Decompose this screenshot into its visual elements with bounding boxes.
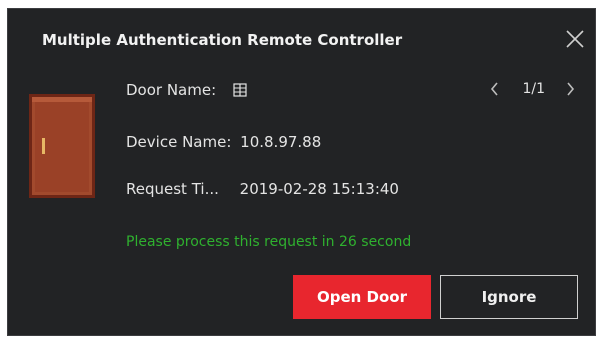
countdown-notice: Please process this request in 26 second: [126, 234, 412, 250]
device-name-label: Device Name:: [126, 133, 232, 151]
request-time-value: 2019-02-28 15:13:40: [239, 180, 399, 198]
remote-controller-dialog: Multiple Authentication Remote Controlle…: [7, 8, 596, 336]
door-glyph-icon: [233, 83, 247, 97]
ignore-button[interactable]: Ignore: [440, 275, 578, 319]
chevron-left-icon[interactable]: [488, 81, 502, 97]
pager: 1/1: [488, 81, 577, 97]
open-door-button[interactable]: Open Door: [293, 275, 431, 319]
door-name-label: Door Name:: [126, 81, 217, 99]
device-name-row: Device Name: 10.8.97.88: [126, 133, 321, 151]
dialog-title: Multiple Authentication Remote Controlle…: [42, 31, 403, 49]
device-name-value: 10.8.97.88: [240, 133, 322, 151]
door-icon: [29, 94, 95, 198]
door-name-row: Door Name:: [126, 81, 247, 99]
page-indicator: 1/1: [522, 81, 545, 97]
chevron-right-icon[interactable]: [563, 81, 577, 97]
request-time-row: Request Ti... 2019-02-28 15:13:40: [126, 180, 399, 198]
request-time-label: Request Ti...: [126, 180, 219, 198]
close-icon[interactable]: [563, 27, 587, 51]
